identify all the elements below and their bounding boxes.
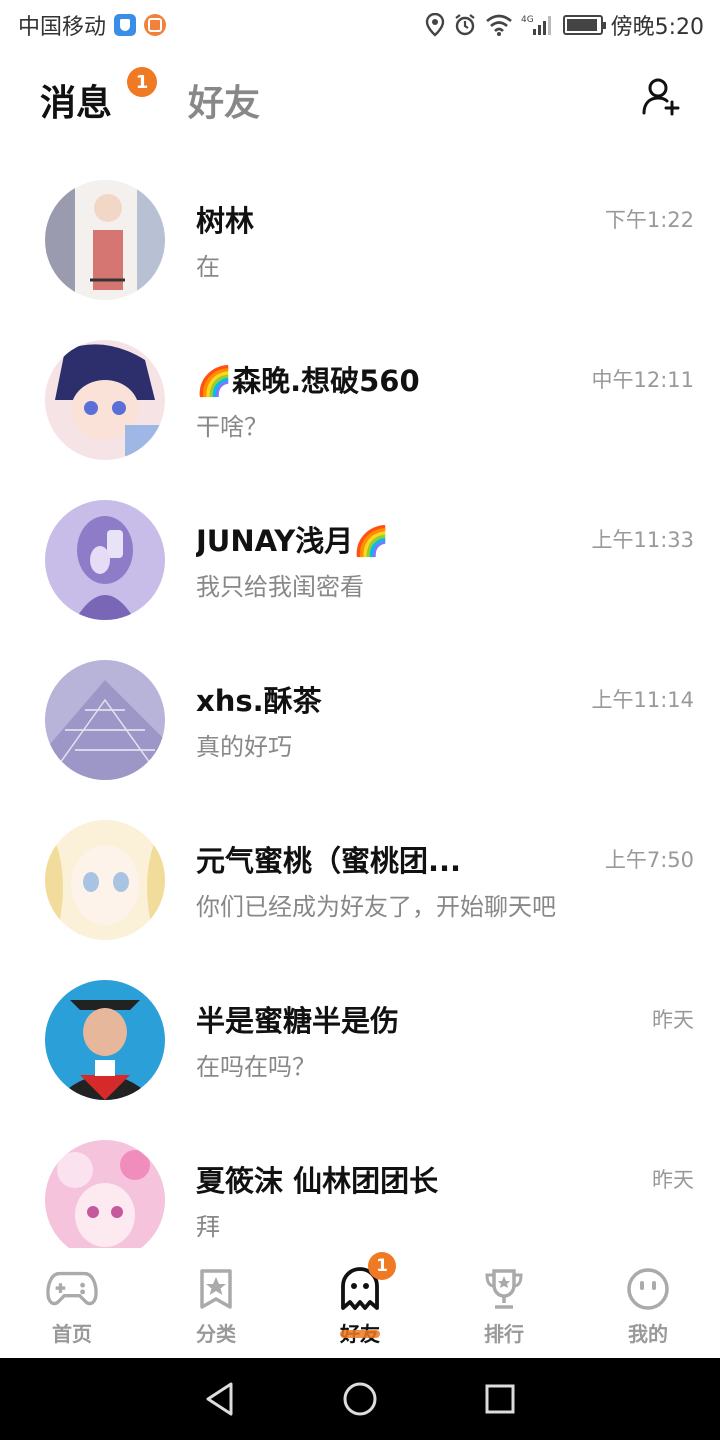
chat-item[interactable]: 夏筱沫 仙林团团长 拜 昨天 xyxy=(0,1110,720,1248)
chat-preview: 在 xyxy=(196,253,220,281)
nav-item-friends[interactable]: 1 好友 xyxy=(288,1248,432,1358)
add-friend-button[interactable] xyxy=(640,75,684,119)
chat-name: JUNAY浅月🌈 xyxy=(196,524,390,558)
home-button[interactable] xyxy=(340,1379,380,1419)
network-type-label: 4G xyxy=(521,15,534,25)
chat-item[interactable]: 元气蜜桃（蜜桃团... 你们已经成为好友了，开始聊天吧 上午7:50 xyxy=(0,790,720,950)
nav-item-category[interactable]: 分类 xyxy=(144,1248,288,1358)
avatar[interactable] xyxy=(45,500,165,620)
face-icon xyxy=(622,1266,674,1312)
status-bar: 中国移动 4G 傍晚5:20 xyxy=(0,0,720,50)
avatar[interactable] xyxy=(45,180,165,300)
chat-time: 上午11:33 xyxy=(591,528,694,552)
back-button[interactable] xyxy=(200,1379,240,1419)
friends-unread-badge: 1 xyxy=(368,1252,396,1280)
chat-name: 半是蜜糖半是伤 xyxy=(196,1004,400,1038)
nav-item-mine[interactable]: 我的 xyxy=(576,1248,720,1358)
gamepad-icon xyxy=(46,1266,98,1312)
chat-name: 🌈森晚.想破560 xyxy=(196,364,420,398)
app-notification-icon xyxy=(144,14,167,36)
chat-name: 树林 xyxy=(196,204,255,238)
nav-item-home[interactable]: 首页 xyxy=(0,1248,144,1358)
active-indicator xyxy=(340,1330,380,1338)
nav-item-ranking[interactable]: 排行 xyxy=(432,1248,576,1358)
chat-preview: 真的好巧 xyxy=(196,733,292,761)
avatar[interactable] xyxy=(45,1140,165,1248)
nav-label: 排行 xyxy=(484,1322,524,1346)
chat-time: 昨天 xyxy=(652,1008,694,1032)
home-circle-icon xyxy=(343,1382,377,1416)
header: 消息 1 好友 xyxy=(0,60,720,140)
chat-name: xhs.酥茶 xyxy=(196,684,322,718)
chat-time: 上午11:14 xyxy=(591,688,694,712)
system-nav-bar xyxy=(0,1358,720,1440)
clock-label: 傍晚5:20 xyxy=(610,15,704,40)
signal-icon: 4G xyxy=(521,13,555,37)
nav-label: 首页 xyxy=(52,1322,92,1346)
chat-preview: 我只给我闺密看 xyxy=(196,573,364,601)
trophy-icon xyxy=(478,1266,530,1312)
location-icon xyxy=(425,13,445,37)
security-shield-icon xyxy=(114,14,137,36)
chat-time: 上午7:50 xyxy=(604,848,694,872)
chat-name: 元气蜜桃（蜜桃团... xyxy=(196,844,462,878)
chat-item[interactable]: xhs.酥茶 真的好巧 上午11:14 xyxy=(0,630,720,790)
add-user-icon xyxy=(642,78,680,116)
back-triangle-icon xyxy=(206,1382,233,1416)
avatar[interactable] xyxy=(45,820,165,940)
avatar[interactable] xyxy=(45,340,165,460)
chat-preview: 拜 xyxy=(196,1213,220,1241)
chat-time: 中午12:11 xyxy=(591,368,694,392)
nav-label: 分类 xyxy=(196,1322,236,1346)
chat-time: 下午1:22 xyxy=(604,208,694,232)
chat-item[interactable]: 🌈森晚.想破560 干啥？ 中午12:11 xyxy=(0,310,720,470)
messages-unread-badge: 1 xyxy=(127,67,157,97)
chat-list: 树林 在 下午1:22 🌈森晚.想破560 干啥？ 中午12:11 JUNAY浅… xyxy=(0,150,720,1248)
chat-preview: 你们已经成为好友了，开始聊天吧 xyxy=(196,893,556,921)
status-right: 4G 傍晚5:20 xyxy=(425,9,704,41)
avatar[interactable] xyxy=(45,660,165,780)
chat-item[interactable]: 半是蜜糖半是伤 在吗在吗？ 昨天 xyxy=(0,950,720,1110)
nav-label: 我的 xyxy=(628,1322,668,1346)
chat-item[interactable]: JUNAY浅月🌈 我只给我闺密看 上午11:33 xyxy=(0,470,720,630)
recents-button[interactable] xyxy=(480,1379,520,1419)
chat-item[interactable]: 树林 在 下午1:22 xyxy=(0,150,720,310)
chat-name: 夏筱沫 仙林团团长 xyxy=(196,1164,439,1198)
star-bookmark-icon xyxy=(190,1266,242,1312)
bottom-nav: 首页 分类 1 好友 排行 我的 xyxy=(0,1248,720,1358)
avatar[interactable] xyxy=(45,980,165,1100)
chat-preview: 干啥？ xyxy=(196,413,268,441)
tab-friends[interactable]: 好友 xyxy=(188,74,260,126)
battery-icon xyxy=(562,15,606,35)
wifi-icon xyxy=(485,14,513,36)
status-left: 中国移动 xyxy=(18,9,167,41)
carrier-label: 中国移动 xyxy=(18,15,107,40)
alarm-icon xyxy=(453,13,477,37)
battery-fill xyxy=(566,19,597,31)
recents-square-icon xyxy=(485,1384,515,1414)
chat-preview: 在吗在吗？ xyxy=(196,1053,316,1081)
chat-time: 昨天 xyxy=(652,1168,694,1192)
tab-messages[interactable]: 消息 xyxy=(40,74,112,126)
